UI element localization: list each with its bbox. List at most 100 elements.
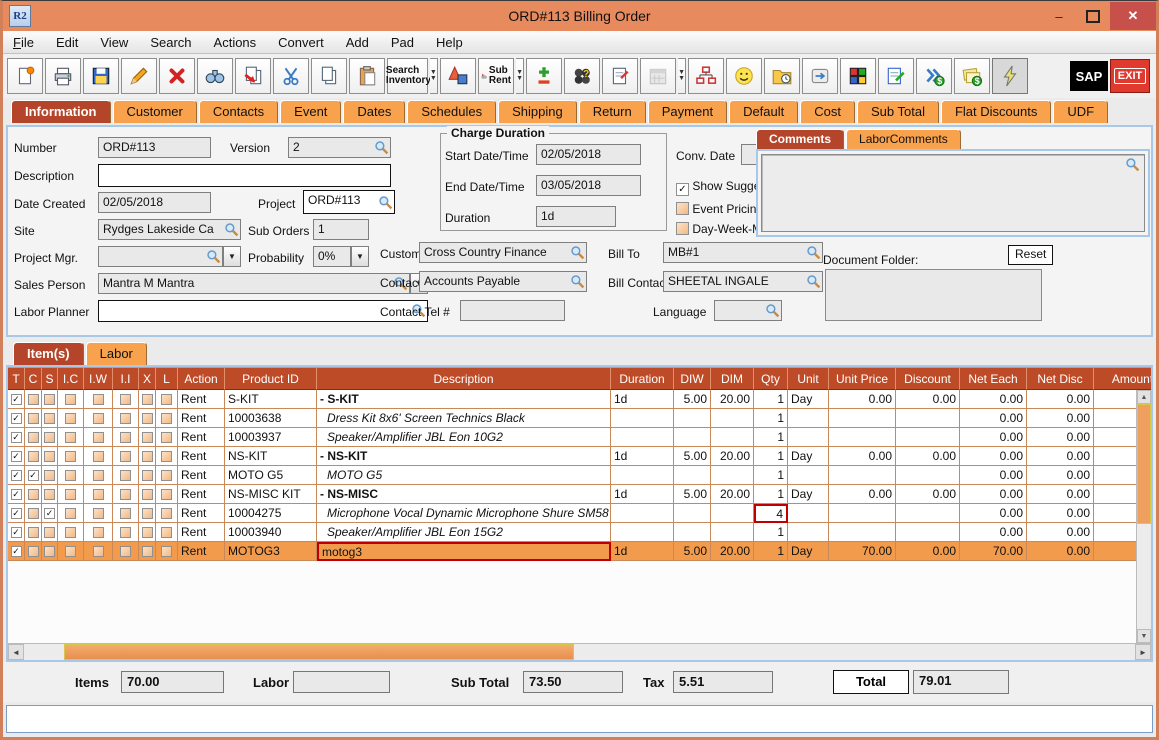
row-checkbox[interactable] [92,431,104,443]
org-chart-button[interactable] [688,58,724,94]
vertical-scroll-thumb[interactable] [1137,404,1151,524]
cell-diw[interactable] [674,504,711,523]
cell-unit[interactable]: Day [788,485,829,504]
reset-button[interactable]: Reset [1008,245,1054,265]
cell-unit-price[interactable] [829,504,896,523]
column-header-i-i[interactable]: I.I [113,367,139,390]
cell-description[interactable]: - S-KIT [317,390,611,409]
row-checkbox[interactable] [44,488,55,500]
cell-dim[interactable] [711,504,754,523]
cell-qty[interactable]: 1 [754,390,788,409]
row-flag-cell[interactable] [113,409,139,428]
row-flag-cell[interactable] [42,523,58,542]
start-date-field[interactable]: 02/05/2018 [536,144,641,165]
comments-text-area[interactable] [761,154,1145,232]
cell-description[interactable]: Speaker/Amplifier JBL Eon 15G2 [317,523,611,542]
row-flag-cell[interactable] [113,390,139,409]
paste-button[interactable] [349,58,385,94]
row-checkbox[interactable]: ✓ [10,488,22,500]
site-field[interactable]: Rydges Lakeside Ca [98,219,241,240]
row-flag-cell[interactable] [84,447,113,466]
sap-button[interactable]: SAP [1070,61,1108,91]
row-checkbox[interactable] [141,412,153,424]
show-suggestions-checkbox[interactable]: ✓ [676,183,689,196]
row-flag-cell[interactable]: ✓ [8,428,25,447]
cell-action[interactable]: Rent [178,504,225,523]
keyboard-shortcut-button[interactable] [802,58,838,94]
cell-qty[interactable]: 1 [754,428,788,447]
cell-unit[interactable] [788,428,829,447]
cell-unit-price[interactable] [829,428,896,447]
calendar-dropdown[interactable]: ▼ ▼ [678,58,686,94]
version-search-icon[interactable] [374,140,389,155]
column-header-description[interactable]: Description [317,367,611,390]
row-checkbox[interactable]: ✓ [10,412,22,424]
cell-duration[interactable]: 1d [611,390,674,409]
row-flag-cell[interactable] [113,523,139,542]
cell-diw[interactable] [674,523,711,542]
row-checkbox[interactable] [141,507,153,519]
delete-button[interactable] [159,58,195,94]
row-checkbox[interactable] [141,450,153,462]
cell-unit-price[interactable]: 0.00 [829,447,896,466]
row-checkbox[interactable] [120,412,131,424]
cell-diw[interactable]: 5.00 [674,447,711,466]
cell-discount[interactable]: 0.00 [896,447,960,466]
cell-qty[interactable]: 1 [754,523,788,542]
row-flag-cell[interactable] [139,504,156,523]
cell-dim[interactable] [711,409,754,428]
cell-unit[interactable] [788,504,829,523]
row-checkbox[interactable]: ✓ [10,545,22,557]
menu-item-add[interactable]: Add [346,35,369,50]
row-flag-cell[interactable]: ✓ [42,504,58,523]
cell-net-each[interactable]: 0.00 [960,428,1027,447]
cell-net-each[interactable]: 0.00 [960,504,1027,523]
cell-description[interactable]: MOTO G5 [317,466,611,485]
cell-duration[interactable] [611,523,674,542]
cell-product-id[interactable]: 10003937 [225,428,317,447]
column-header-i-w[interactable]: I.W [84,367,113,390]
close-button[interactable]: ✕ [1110,2,1156,30]
row-flag-cell[interactable] [139,523,156,542]
row-flag-cell[interactable] [58,485,84,504]
contact-search-icon[interactable] [570,274,585,289]
cell-discount[interactable] [896,523,960,542]
column-header-l[interactable]: L [156,367,178,390]
row-checkbox[interactable] [120,507,131,519]
bill-to-field[interactable]: MB#1 [663,242,823,263]
row-checkbox[interactable] [27,412,39,424]
row-checkbox[interactable] [27,393,39,405]
tab-contacts[interactable]: Contacts [198,100,279,123]
table-row[interactable]: ✓ Rent NS-KIT - NS-KIT 1d 5.00 20.00 1 Day 0.00 0.… [8,447,1151,466]
table-row[interactable]: ✓ Rent NS-MISC KIT - NS-MISC 1d 5.00 20.00 1 Day… [8,485,1151,504]
tab-comments[interactable]: Comments [756,129,845,149]
row-checkbox[interactable] [161,526,172,538]
description-field[interactable] [98,164,391,187]
table-row[interactable]: ✓ Rent 10003940 Speaker/Amplifier JBL Eon 1… [8,523,1151,542]
number-field[interactable]: ORD#113 [98,137,211,158]
row-checkbox[interactable] [161,507,172,519]
cell-product-id[interactable]: 10003940 [225,523,317,542]
column-header-dim[interactable]: DIM [711,367,754,390]
project-mgr-dropdown[interactable]: ▼ [223,246,241,267]
row-flag-cell[interactable] [58,447,84,466]
row-checkbox[interactable] [92,507,104,519]
sub-orders-field[interactable]: 1 [313,219,369,240]
new-button[interactable] [7,58,43,94]
comments-search-icon[interactable] [1125,157,1140,172]
row-flag-cell[interactable] [25,428,42,447]
row-checkbox[interactable] [65,412,76,424]
print-button[interactable] [45,58,81,94]
duration-field[interactable]: 1d [536,206,616,227]
horizontal-scrollbar[interactable]: ◄ ► [8,643,1151,660]
row-checkbox[interactable] [141,545,153,557]
cell-net-each[interactable]: 0.00 [960,466,1027,485]
row-checkbox[interactable] [65,450,76,462]
end-date-field[interactable]: 03/05/2018 [536,175,641,196]
cell-net-disc[interactable]: 0.00 [1027,390,1094,409]
cell-product-id[interactable]: NS-MISC KIT [225,485,317,504]
cell-dim[interactable] [711,428,754,447]
cell-duration[interactable] [611,504,674,523]
row-checkbox[interactable] [65,545,76,557]
cell-discount[interactable] [896,466,960,485]
